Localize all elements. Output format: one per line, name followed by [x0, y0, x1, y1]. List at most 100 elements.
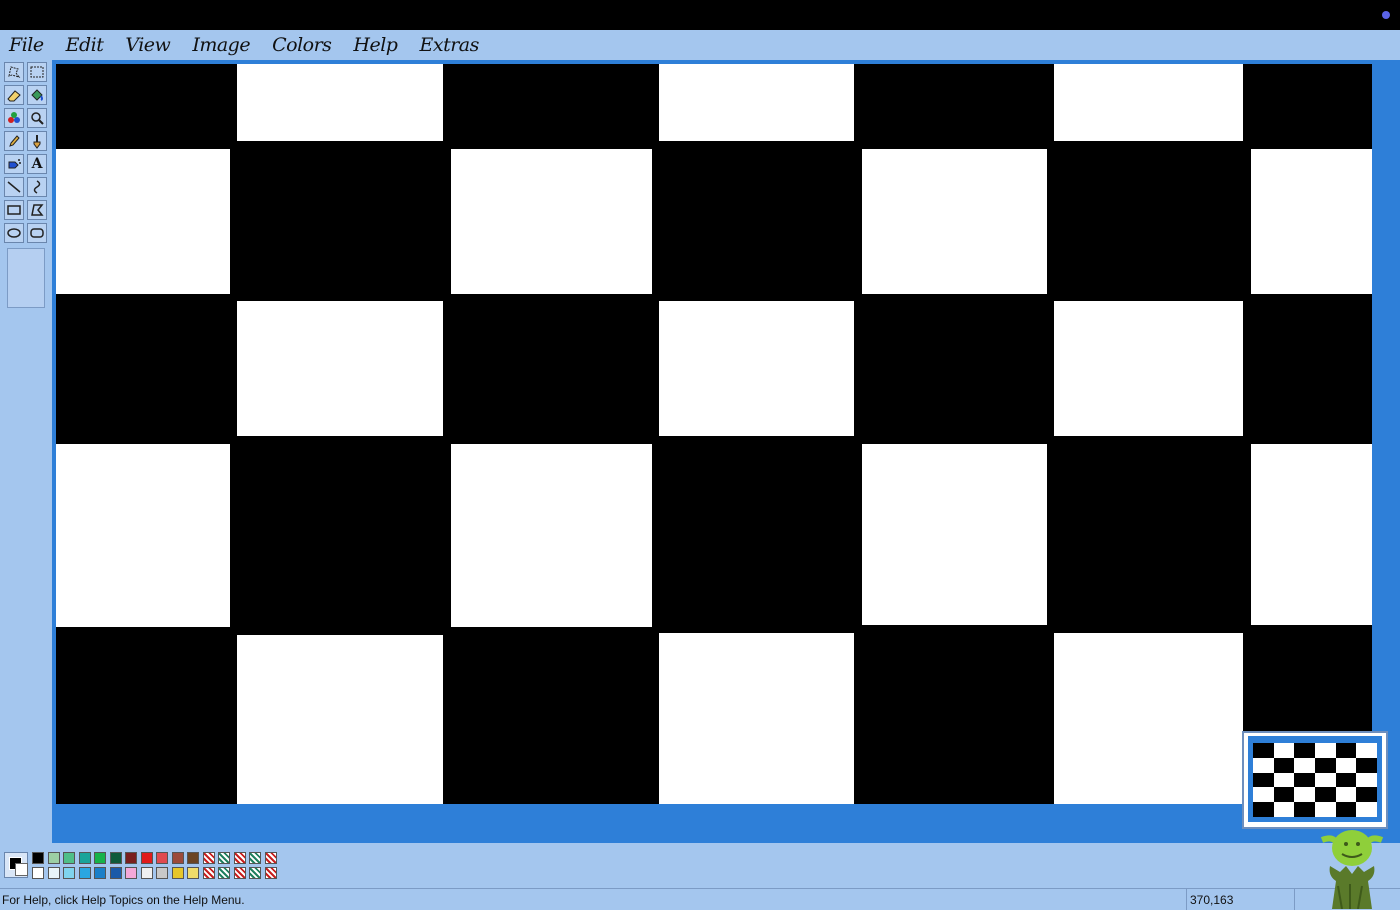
palette-swatch[interactable] — [78, 867, 91, 879]
palette-swatch[interactable] — [125, 867, 137, 879]
brush-icon — [33, 135, 41, 149]
tool-fill[interactable] — [27, 85, 47, 105]
canvas-white-square — [237, 635, 443, 804]
tool-text[interactable]: A — [27, 154, 47, 174]
magnifier-icon — [31, 112, 44, 125]
tool-rectangle[interactable] — [4, 200, 24, 220]
fill-bucket-icon — [31, 89, 43, 101]
menu-extras[interactable]: Extras — [417, 34, 480, 56]
background-color[interactable] — [15, 863, 28, 876]
status-help-text: For Help, click Help Topics on the Help … — [2, 893, 245, 907]
thumbnail-white-square — [1356, 802, 1377, 817]
thumbnail-white-square — [1335, 787, 1357, 803]
thumbnail-white-square — [1253, 757, 1274, 773]
status-bar: For Help, click Help Topics on the Help … — [0, 888, 1400, 910]
tool-options-box[interactable] — [7, 248, 45, 308]
palette-swatch[interactable] — [264, 867, 277, 879]
palette-swatch[interactable] — [63, 852, 75, 864]
thumbnail-white-square — [1315, 772, 1336, 788]
canvas-white-square — [237, 64, 443, 141]
palette-swatch[interactable] — [32, 852, 44, 864]
menu-bar: File Edit View Image Colors Help Extras — [0, 30, 1400, 60]
thumbnail-preview[interactable] — [1242, 731, 1388, 829]
thumbnail-workarea — [1248, 736, 1382, 822]
canvas-white-square — [1054, 633, 1243, 804]
tool-rounded-rectangle[interactable] — [27, 223, 47, 243]
current-colors[interactable] — [4, 852, 28, 878]
palette-swatch[interactable] — [249, 867, 261, 879]
thumbnail-white-square — [1253, 787, 1274, 803]
tool-line[interactable] — [4, 177, 24, 197]
tool-pencil[interactable] — [4, 131, 24, 151]
tool-curve[interactable] — [27, 177, 47, 197]
rect-select-icon — [30, 66, 44, 78]
menu-edit[interactable]: Edit — [64, 34, 106, 56]
palette-swatch[interactable] — [94, 867, 106, 879]
top-system-bar — [0, 0, 1400, 30]
palette-swatch[interactable] — [78, 852, 91, 864]
polygon-icon — [31, 204, 44, 216]
drawing-canvas[interactable] — [56, 64, 1372, 804]
palette-swatch[interactable] — [32, 867, 44, 879]
palette-swatch[interactable] — [202, 867, 215, 879]
tool-airbrush[interactable] — [4, 154, 24, 174]
menu-file[interactable]: File — [7, 34, 46, 56]
thumbnail-white-square — [1273, 743, 1295, 758]
menu-help[interactable]: Help — [351, 34, 399, 56]
canvas-white-square — [659, 64, 854, 141]
thumbnail-white-square — [1335, 757, 1357, 773]
palette-swatch[interactable] — [187, 867, 199, 879]
thumbnail-white-square — [1356, 743, 1377, 758]
thumbnail-white-square — [1294, 757, 1315, 773]
palette-swatch[interactable] — [171, 852, 184, 864]
canvas-white-square — [237, 301, 443, 436]
toolbox: A — [2, 60, 52, 840]
palette-swatch[interactable] — [264, 852, 277, 864]
canvas-white-square — [56, 149, 230, 294]
ellipse-icon — [7, 228, 21, 238]
palette-swatch[interactable] — [218, 852, 230, 864]
tool-brush[interactable] — [27, 131, 47, 151]
canvas-white-square — [1054, 301, 1243, 436]
line-icon — [7, 181, 21, 193]
palette-swatch[interactable] — [156, 852, 168, 864]
thumbnail-white-square — [1315, 743, 1336, 758]
palette-swatch[interactable] — [47, 867, 60, 879]
thumbnail-white-square — [1273, 772, 1295, 788]
menu-image[interactable]: Image — [190, 34, 252, 56]
palette-swatch[interactable] — [202, 852, 215, 864]
palette-swatch[interactable] — [94, 852, 106, 864]
palette-swatch[interactable] — [218, 867, 230, 879]
tool-magnifier[interactable] — [27, 108, 47, 128]
color-palette — [0, 843, 1400, 888]
palette-swatch[interactable] — [109, 852, 122, 864]
palette-swatch[interactable] — [109, 867, 122, 879]
curve-icon — [33, 180, 41, 194]
palette-swatch[interactable] — [156, 867, 168, 879]
palette-swatch[interactable] — [233, 867, 246, 879]
rounded-rectangle-icon — [30, 228, 44, 238]
tool-ellipse[interactable] — [4, 223, 24, 243]
palette-swatch[interactable] — [63, 867, 75, 879]
palette-swatch[interactable] — [187, 852, 199, 864]
palette-swatch[interactable] — [47, 852, 60, 864]
palette-swatch[interactable] — [171, 867, 184, 879]
canvas-white-square — [1251, 149, 1372, 294]
palette-swatch[interactable] — [125, 852, 137, 864]
thumbnail-white-square — [1294, 787, 1315, 803]
palette-swatch[interactable] — [249, 852, 261, 864]
tool-polygon[interactable] — [27, 200, 47, 220]
canvas-white-square — [56, 444, 230, 627]
menu-view[interactable]: View — [123, 34, 172, 56]
palette-swatch[interactable] — [140, 867, 153, 879]
tool-free-form-select[interactable] — [4, 62, 24, 82]
palette-swatch[interactable] — [140, 852, 153, 864]
menu-colors[interactable]: Colors — [270, 34, 333, 56]
tool-pick-color[interactable] — [4, 108, 24, 128]
tool-eraser[interactable] — [4, 85, 24, 105]
status-coordinates: 370,163 — [1190, 893, 1234, 907]
pick-color-icon — [8, 112, 20, 123]
palette-swatch[interactable] — [233, 852, 246, 864]
tool-rect-select[interactable] — [27, 62, 47, 82]
canvas-white-square — [451, 444, 652, 627]
